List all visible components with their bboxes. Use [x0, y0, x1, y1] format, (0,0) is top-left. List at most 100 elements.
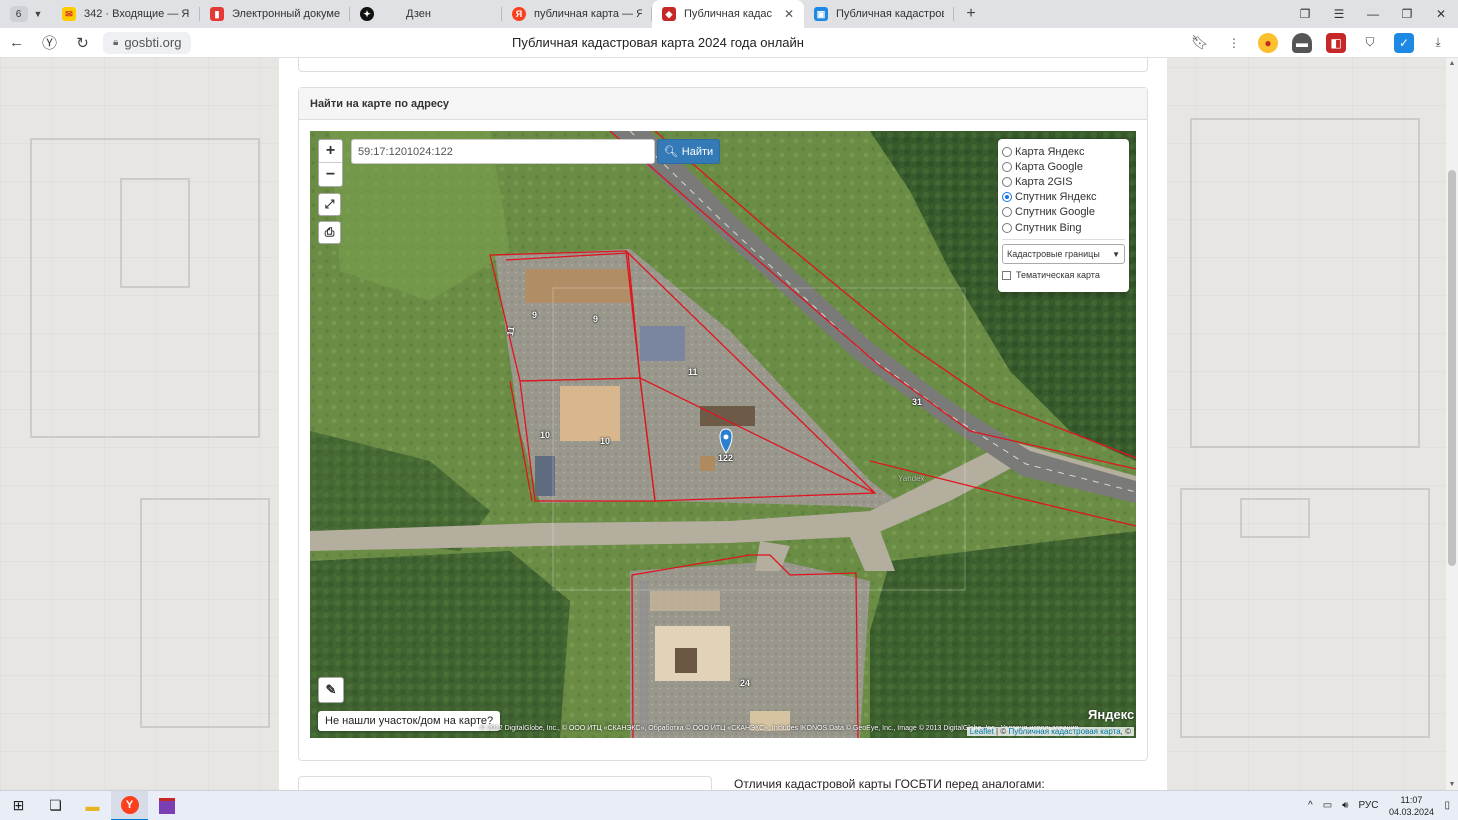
yandex-logo: Яндекс	[1088, 707, 1135, 722]
tab-mail[interactable]: ✉ 342 · Входящие — Яндекс	[52, 0, 200, 28]
not-found-button[interactable]: Не нашли участок/дом на карте?	[318, 711, 501, 731]
radio-button[interactable]	[1002, 176, 1012, 187]
yandex-home-icon[interactable]: Ⓨ	[33, 32, 66, 53]
zoom-in-button[interactable]: +	[319, 140, 342, 163]
find-button[interactable]: 🔍︎ Найти	[657, 139, 720, 164]
layer-option-google-satellite[interactable]: Спутник Google	[1002, 205, 1125, 220]
task-view-icon[interactable]: ❏	[37, 791, 74, 820]
clock-time: 11:07	[1400, 794, 1423, 805]
zoom-out-button[interactable]: −	[319, 163, 342, 186]
cadastral-search-input[interactable]: 59:17:1201024:122	[351, 139, 655, 164]
tab-yandex-search[interactable]: Я публичная карта — Янде	[502, 0, 652, 28]
tab-count-badge: 6	[9, 6, 28, 22]
back-icon[interactable]: ←	[0, 34, 33, 51]
minimize-button[interactable]: —	[1356, 7, 1390, 21]
extension-2-icon[interactable]: ▬	[1292, 32, 1312, 53]
notifications-icon[interactable]: ▯	[1444, 800, 1450, 811]
find-button-label: Найти	[681, 145, 714, 158]
overlay-select[interactable]: Кадастровые границы ▼	[1002, 244, 1125, 265]
leaflet-link[interactable]: Leaflet	[970, 727, 994, 736]
layer-option-yandex-map[interactable]: Карта Яндекс	[1002, 144, 1125, 159]
checkbox[interactable]	[1002, 270, 1011, 280]
next-panel	[298, 776, 712, 790]
chevron-up-icon[interactable]: ^	[1308, 800, 1313, 811]
zen-icon: ✦	[360, 7, 374, 21]
blueprint-decoration	[140, 498, 270, 728]
address-bar: ← Ⓨ ↻ 🔒︎ gosbti.org Публичная кадастрова…	[0, 28, 1458, 58]
tab-cadastral-2[interactable]: ▣ Публичная кадастровая к	[804, 0, 954, 28]
download-icon[interactable]: ⤓	[1428, 33, 1448, 53]
layer-switcher: Карта Яндекс Карта Google Карта 2GIS Спу…	[998, 139, 1129, 292]
tab-document[interactable]: ▮ Электронный документоо	[200, 0, 350, 28]
extension-3-icon[interactable]: ◧	[1326, 32, 1346, 53]
tab-counter[interactable]: 6 ▼	[0, 0, 52, 28]
ruler-icon[interactable]: ✎	[318, 677, 344, 703]
file-explorer-icon[interactable]: ▬	[74, 791, 111, 820]
layer-option-bing-satellite[interactable]: Спутник Bing	[1002, 220, 1125, 235]
windows-start-icon[interactable]: ⊞	[0, 791, 37, 820]
previous-panel	[298, 58, 1148, 72]
bookmark-icon[interactable]: 🔖︎	[1190, 33, 1210, 53]
thematic-map-toggle[interactable]: Тематическая карта	[1002, 270, 1125, 280]
clock[interactable]: 11:07 04.03.2024	[1388, 794, 1434, 818]
parcel-label: 9	[532, 310, 538, 320]
cadastral-map[interactable]: 9 9 11 11 10 10 122 31 24 Yandex + − ⤢ ⎙…	[310, 131, 1136, 738]
calendar-app-icon[interactable]	[148, 791, 185, 820]
close-window-button[interactable]: ✕	[1424, 7, 1458, 21]
content-column: Найти на карте по адресу 9 9 11 11 10 10…	[279, 58, 1167, 790]
collections-icon[interactable]: ❐	[1288, 7, 1322, 21]
map-icon: ▣	[814, 7, 828, 21]
new-tab-button[interactable]: +	[962, 5, 980, 23]
yandex-browser-icon[interactable]: Y	[111, 790, 148, 820]
parcel-label: 31	[912, 397, 923, 407]
tab-cadastral-active[interactable]: ◆ Публичная кадастровая ✕	[652, 0, 804, 28]
chevron-down-icon: ▼	[1112, 249, 1120, 259]
fullscreen-icon[interactable]: ⤢	[318, 193, 341, 216]
chevron-down-icon: ▼	[33, 9, 43, 19]
radio-button[interactable]	[1002, 146, 1012, 157]
extension-1-icon[interactable]: ●	[1258, 32, 1278, 53]
layer-option-yandex-satellite[interactable]: Спутник Яндекс	[1002, 190, 1125, 205]
more-icon[interactable]: ⋮	[1224, 33, 1244, 53]
radio-button[interactable]	[1002, 161, 1012, 172]
parcel-label-selected[interactable]: 122	[718, 453, 733, 463]
zoom-control: + −	[318, 139, 343, 187]
attribution-links: Leaflet | © Публичная кадастровая карта,…	[966, 727, 1134, 736]
page-scrollbar[interactable]: ▲ ▼	[1446, 58, 1458, 790]
scrollbar-thumb[interactable]	[1448, 170, 1456, 566]
blueprint-decoration	[120, 178, 190, 288]
reload-icon[interactable]: ↻	[66, 34, 99, 52]
volume-icon[interactable]: 🔊︎	[1342, 800, 1348, 811]
lock-icon: 🔒︎	[113, 37, 119, 48]
layer-option-google-map[interactable]: Карта Google	[1002, 159, 1125, 174]
scroll-up-icon[interactable]: ▲	[1446, 60, 1458, 67]
extension-4-icon[interactable]: ⛉	[1360, 33, 1380, 53]
extension-5-icon[interactable]: ✓	[1394, 32, 1414, 53]
radio-button[interactable]	[1002, 222, 1012, 233]
print-icon[interactable]: ⎙	[318, 221, 341, 244]
mail-icon: ✉	[62, 7, 76, 21]
url-text: gosbti.org	[124, 35, 182, 50]
language-indicator[interactable]: РУС	[1358, 800, 1378, 811]
scroll-down-icon[interactable]: ▼	[1446, 781, 1458, 788]
cadastral-map-link[interactable]: Публичная кадастровая карта	[1008, 727, 1120, 736]
blueprint-decoration	[1190, 118, 1420, 448]
clock-date: 04.03.2024	[1388, 806, 1434, 817]
pdf-icon: ▮	[210, 7, 224, 21]
parcel-label: 24	[740, 678, 751, 688]
menu-icon[interactable]: ☰	[1322, 7, 1356, 21]
restore-button[interactable]: ❐	[1390, 7, 1424, 21]
divider	[1002, 239, 1125, 241]
blueprint-decoration	[1240, 498, 1310, 538]
system-tray: ^ ▭ 🔊︎ РУС 11:07 04.03.2024 ▯	[1308, 794, 1458, 818]
layer-option-2gis-map[interactable]: Карта 2GIS	[1002, 174, 1125, 189]
search-icon: 🔍︎	[663, 146, 678, 158]
radio-button[interactable]	[1002, 207, 1012, 218]
tab-zen[interactable]: ✦ Дзен	[350, 0, 502, 28]
url-field[interactable]: 🔒︎ gosbti.org	[103, 31, 192, 54]
network-icon[interactable]: ▭	[1323, 800, 1332, 811]
shield-icon: ◆	[662, 7, 676, 21]
radio-button-selected[interactable]	[1002, 192, 1012, 203]
page-title: Публичная кадастровая карта 2024 года он…	[512, 35, 804, 50]
close-tab-icon[interactable]: ✕	[784, 7, 794, 21]
